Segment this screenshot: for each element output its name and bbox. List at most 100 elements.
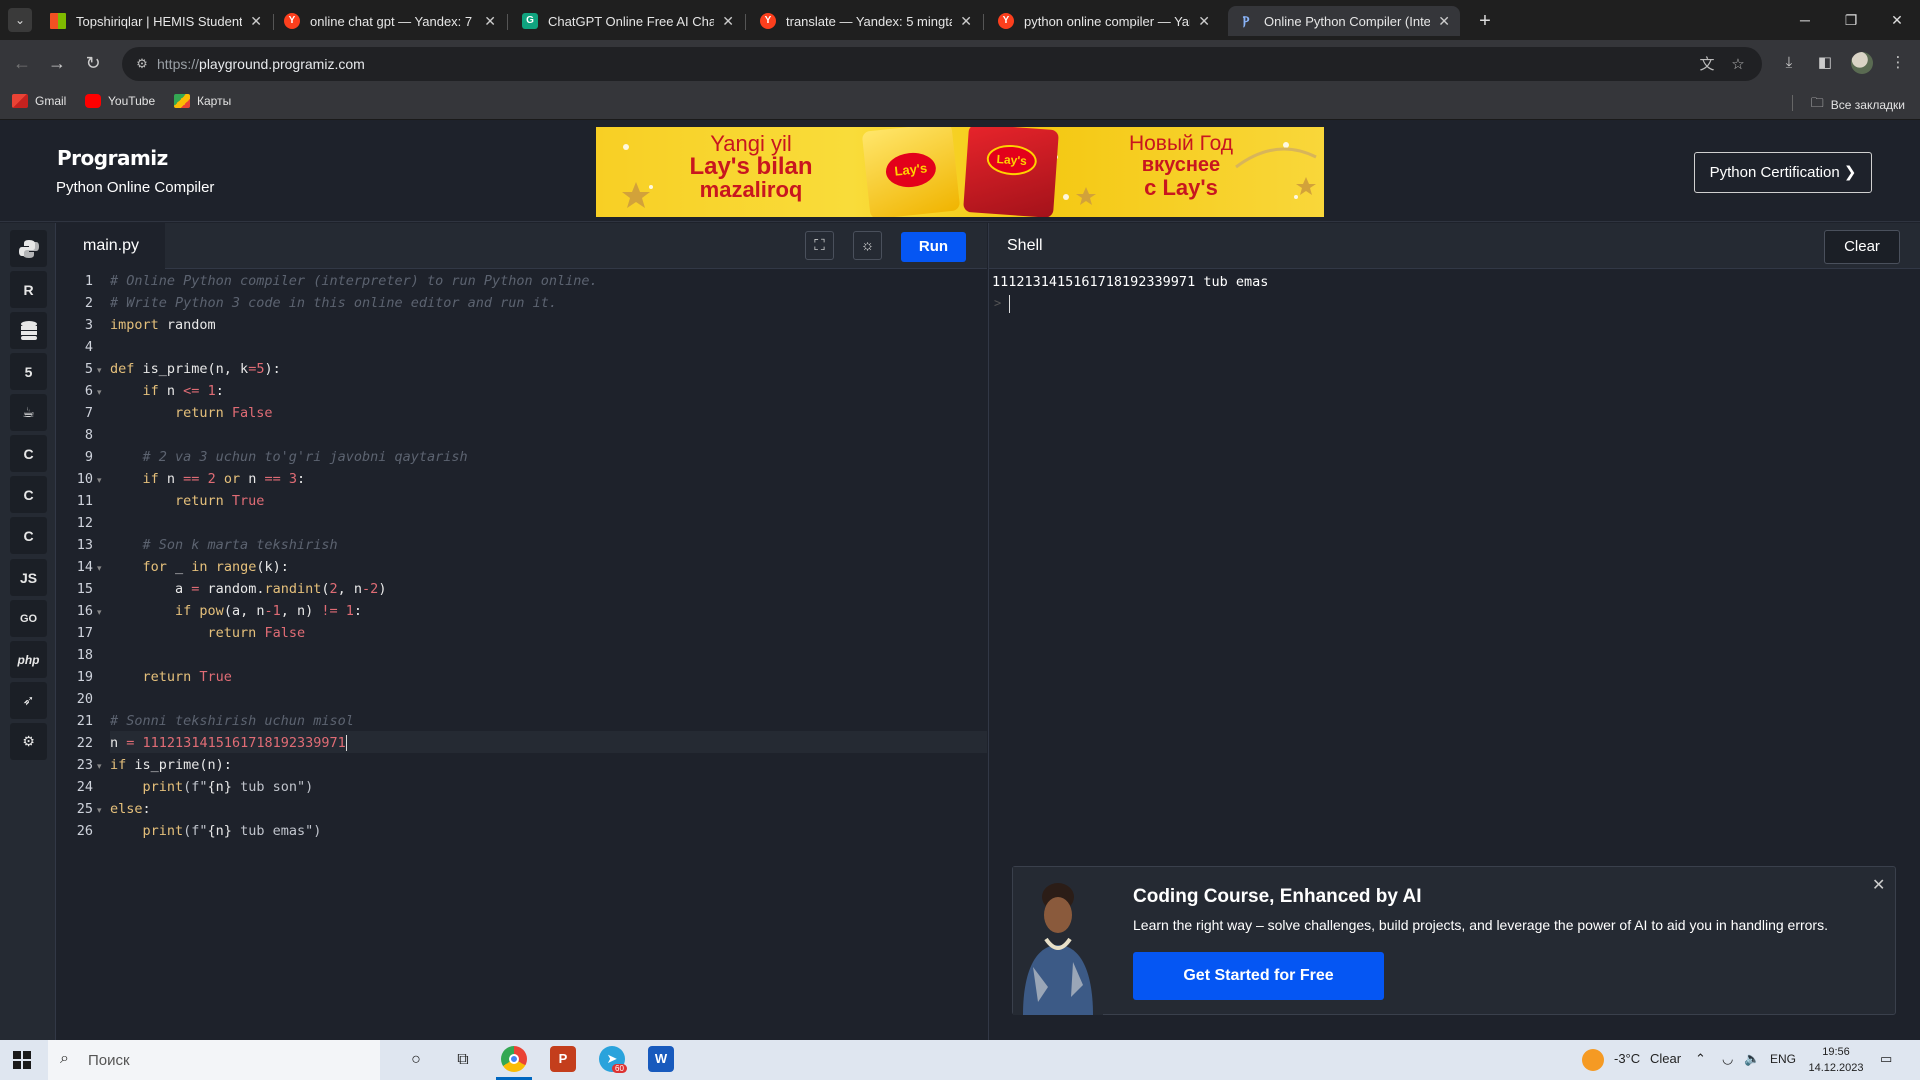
clear-button[interactable]: Clear xyxy=(1824,230,1900,264)
minimize-icon[interactable]: ─ xyxy=(1782,0,1828,40)
code-comment: # Online Python compiler (interpreter) t… xyxy=(110,273,598,289)
browser-tab-translate[interactable]: Y translate — Yandex: 5 mingta n ✕ xyxy=(750,6,982,36)
c-language-icon[interactable]: C xyxy=(10,435,47,472)
javascript-icon[interactable]: JS xyxy=(10,559,47,596)
python-icon[interactable] xyxy=(10,230,47,267)
taskbar-search[interactable]: ⌕ Поиск xyxy=(48,1040,380,1080)
notifications-icon[interactable]: ▭ xyxy=(1880,1051,1892,1067)
fold-arrow-icon[interactable]: ▾ xyxy=(97,805,102,816)
tab-close-icon[interactable]: ✕ xyxy=(722,13,734,30)
cortana-icon[interactable]: ○ xyxy=(396,1044,436,1076)
run-button[interactable]: Run xyxy=(901,232,966,262)
fullscreen-icon[interactable]: ⛶ xyxy=(805,231,834,260)
java-icon[interactable]: ☕ xyxy=(10,394,47,431)
window-close-icon[interactable]: ✕ xyxy=(1874,0,1920,40)
word-icon[interactable]: W xyxy=(648,1046,674,1072)
volume-icon[interactable]: 🔈 xyxy=(1744,1051,1760,1067)
swift-icon[interactable]: ➶ xyxy=(10,682,47,719)
address-bar[interactable]: ⚙ https://playground.programiz.com 文 ☆ xyxy=(122,47,1762,81)
browser-tab-python-compiler-search[interactable]: Y python online compiler — Yand ✕ xyxy=(988,6,1220,36)
browser-tab-yandex-chatgpt[interactable]: Y online chat gpt — Yandex: 7 mi ✕ xyxy=(274,6,506,36)
reload-icon[interactable]: ↻ xyxy=(81,51,105,75)
clock[interactable]: 19:56 14.12.2023 xyxy=(1806,1044,1866,1076)
ad-banner[interactable]: Yangi yil Lay's bilan mazaliroq Lay's La… xyxy=(596,127,1324,217)
code-line-3: import random xyxy=(110,317,216,333)
php-icon[interactable]: php xyxy=(10,641,47,678)
tab-title: Topshiriqlar | HEMIS Student ax xyxy=(76,13,243,29)
new-tab-button[interactable]: + xyxy=(1472,8,1498,34)
browser-tab-hemis[interactable]: Topshiriqlar | HEMIS Student ax ✕ xyxy=(40,6,272,36)
yandex-icon: Y xyxy=(998,13,1014,29)
bookmark-youtube[interactable]: YouTube xyxy=(85,94,155,108)
code-line-11: return True xyxy=(110,493,264,509)
line-number: 25 xyxy=(76,801,93,817)
chatgpt-icon: G xyxy=(522,13,538,29)
fold-arrow-icon[interactable]: ▾ xyxy=(97,475,102,486)
tab-close-icon[interactable]: ✕ xyxy=(250,13,262,30)
yandex-icon: Y xyxy=(760,13,776,29)
forward-arrow-icon[interactable]: → xyxy=(45,51,69,75)
weather-temperature[interactable]: -3°C xyxy=(1614,1051,1640,1066)
bookmark-maps[interactable]: Карты xyxy=(174,94,231,108)
fold-arrow-icon[interactable]: ▾ xyxy=(97,761,102,772)
code-boolean: False xyxy=(256,625,306,641)
fold-arrow-icon[interactable]: ▾ xyxy=(97,607,102,618)
all-bookmarks[interactable]: 🗀 Все закладки xyxy=(1811,94,1905,116)
tab-search-menu-button[interactable]: ⌄ xyxy=(8,8,32,32)
code-editor[interactable]: # Online Python compiler (interpreter) t… xyxy=(57,269,987,1040)
line-number: 16 xyxy=(76,603,93,619)
tab-close-icon[interactable]: ✕ xyxy=(960,13,972,30)
code-keyword: for xyxy=(110,559,167,575)
side-panel-icon[interactable]: ◧ xyxy=(1814,52,1836,74)
csharp-icon[interactable]: C xyxy=(10,517,47,554)
get-started-button[interactable]: Get Started for Free xyxy=(1133,952,1384,1000)
code-string: (f" xyxy=(183,823,208,839)
language-indicator[interactable]: ENG xyxy=(1770,1052,1796,1066)
sql-database-icon[interactable] xyxy=(10,312,47,349)
code-line-10: if n == 2 or n == 3: xyxy=(110,471,306,487)
weather-icon[interactable] xyxy=(1582,1049,1604,1071)
rust-icon[interactable]: ⚙ xyxy=(10,723,47,760)
programiz-logo[interactable]: Programiz xyxy=(57,146,168,170)
browser-tab-chatgpt-online[interactable]: G ChatGPT Online Free AI Chat – ✕ xyxy=(512,6,744,36)
code-operator: - xyxy=(362,581,371,597)
code-line-21: # Sonni tekshirish uchun misol xyxy=(110,713,354,729)
browser-tab-programiz[interactable]: Ⲣ Online Python Compiler (Interp ✕ xyxy=(1228,6,1460,36)
tab-title: python online compiler — Yand xyxy=(1024,13,1191,29)
theme-toggle-sun-icon[interactable]: ☼ xyxy=(853,231,882,260)
fold-arrow-icon[interactable]: ▾ xyxy=(97,563,102,574)
go-icon[interactable]: GO xyxy=(10,600,47,637)
line-number: 3 xyxy=(84,317,93,333)
r-language-icon[interactable]: R xyxy=(10,271,47,308)
line-number: 12 xyxy=(76,515,93,531)
html5-icon[interactable]: 5 xyxy=(10,353,47,390)
file-tab-main-py[interactable]: main.py xyxy=(57,223,165,269)
tab-close-icon[interactable]: ✕ xyxy=(1198,13,1210,30)
back-arrow-icon[interactable]: ← xyxy=(10,51,34,75)
download-icon[interactable]: ⤓ xyxy=(1778,52,1800,74)
profile-avatar[interactable] xyxy=(1851,52,1873,74)
line-number: 5 xyxy=(84,361,93,377)
python-certification-button[interactable]: Python Certification ❯ xyxy=(1694,152,1872,193)
powerpoint-icon[interactable]: P xyxy=(550,1046,576,1072)
fold-arrow-icon[interactable]: ▾ xyxy=(97,387,102,398)
bookmark-star-icon[interactable]: ☆ xyxy=(1728,55,1748,75)
chrome-icon[interactable] xyxy=(501,1046,527,1072)
code-line-23: if is_prime(n): xyxy=(110,757,232,773)
url-text[interactable]: https://playground.programiz.com xyxy=(157,56,365,72)
bookmark-gmail[interactable]: Gmail xyxy=(12,94,66,108)
promo-close-icon[interactable]: ✕ xyxy=(1872,875,1885,895)
windows-start-icon[interactable] xyxy=(13,1051,31,1069)
weather-condition[interactable]: Clear xyxy=(1650,1051,1681,1066)
tab-close-icon[interactable]: ✕ xyxy=(1438,13,1450,30)
fold-arrow-icon[interactable]: ▾ xyxy=(97,365,102,376)
tray-chevron-icon[interactable]: ⌃ xyxy=(1695,1051,1706,1067)
cpp-icon[interactable]: C xyxy=(10,476,47,513)
translate-icon[interactable]: 文 xyxy=(1697,55,1717,75)
task-view-icon[interactable]: ⧉ xyxy=(443,1044,483,1076)
more-menu-icon[interactable]: ⋮ xyxy=(1887,52,1909,74)
restore-icon[interactable]: ❐ xyxy=(1828,0,1874,40)
site-info-icon[interactable]: ⚙ xyxy=(132,54,152,74)
network-icon[interactable]: ◡ xyxy=(1722,1051,1733,1067)
tab-close-icon[interactable]: ✕ xyxy=(484,13,496,30)
